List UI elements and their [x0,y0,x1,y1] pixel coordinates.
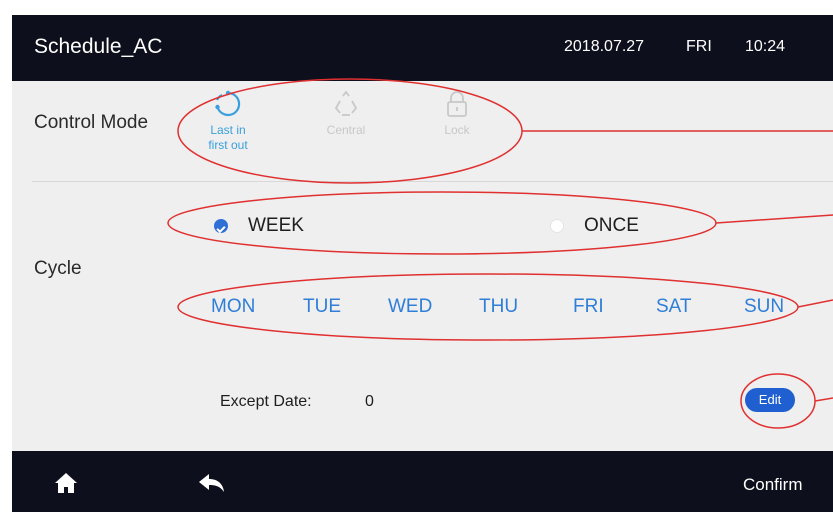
refresh-circle-icon [215,90,241,117]
mode-lock[interactable]: Lock [417,89,497,138]
radio-unchecked-icon [550,219,564,233]
mode-last-in-first-out[interactable]: Last in first out [188,89,268,153]
header-bar: Schedule_AC 2018.07.27 FRI 10:24 [12,15,833,81]
radio-checked-icon [214,219,228,234]
control-mode-label: Control Mode [34,112,149,133]
day-fri[interactable]: FRI [573,296,604,318]
header-date: 2018.07.27 [564,38,645,55]
day-tue[interactable]: TUE [303,296,341,318]
footer-bar: Confirm [12,451,833,512]
mode-label: Central [326,123,366,137]
except-date-label: Except Date: [220,393,312,410]
cycle-option-label: WEEK [248,215,304,236]
mode-label: Lock [444,123,470,137]
lock-icon [447,91,467,117]
header-day: FRI [686,38,712,55]
except-date-value: 0 [365,393,374,410]
day-mon[interactable]: MON [211,296,255,318]
home-icon[interactable] [54,472,78,494]
mode-label: Last in first out [208,123,248,152]
triangle-arrows-icon [334,90,358,116]
day-sat[interactable]: SAT [656,296,692,318]
section-divider [32,181,833,182]
schedule-screen: Schedule_AC 2018.07.27 FRI 10:24 Control… [12,15,833,512]
cycle-label: Cycle [34,258,82,279]
header-time: 10:24 [745,38,786,55]
mode-central[interactable]: Central [306,89,386,138]
day-wed[interactable]: WED [388,296,432,318]
day-sun[interactable]: SUN [744,296,784,318]
confirm-button[interactable]: Confirm [743,475,803,495]
page-title: Schedule_AC [34,35,163,58]
back-arrow-icon[interactable] [198,473,226,493]
edit-button[interactable]: Edit [745,388,795,412]
day-thu[interactable]: THU [479,296,518,318]
cycle-option-label: ONCE [584,215,639,236]
